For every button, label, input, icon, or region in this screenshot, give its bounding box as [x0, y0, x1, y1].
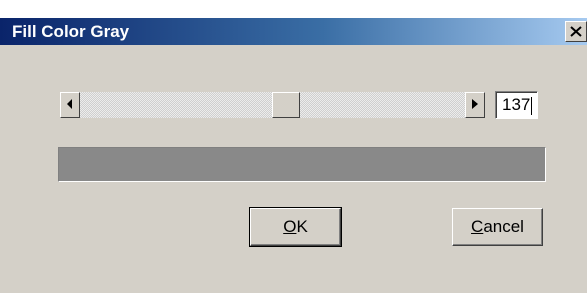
- background-strip: [0, 0, 587, 18]
- color-preview-swatch: [58, 147, 546, 182]
- cancel-label-rest: ancel: [483, 217, 524, 236]
- window-title: Fill Color Gray: [12, 22, 130, 41]
- gray-value-text: 137: [502, 95, 531, 114]
- arrow-right-icon: [472, 96, 478, 114]
- scroll-right-button[interactable]: [465, 92, 485, 118]
- title-bar[interactable]: Fill Color Gray: [0, 18, 587, 45]
- text-caret: [531, 96, 533, 115]
- close-icon: [570, 26, 582, 37]
- gray-level-scrollbar[interactable]: [60, 92, 485, 118]
- arrow-left-icon: [67, 96, 73, 114]
- close-button[interactable]: [565, 21, 587, 42]
- ok-accelerator: O: [283, 217, 297, 236]
- gray-value-input[interactable]: 137: [495, 91, 538, 119]
- cancel-accelerator: C: [471, 217, 484, 236]
- ok-label-rest: K: [296, 217, 308, 236]
- scroll-left-button[interactable]: [60, 92, 80, 118]
- cancel-button[interactable]: Cancel: [452, 208, 543, 246]
- scrollbar-thumb[interactable]: [271, 92, 300, 118]
- ok-button[interactable]: OK: [249, 207, 342, 247]
